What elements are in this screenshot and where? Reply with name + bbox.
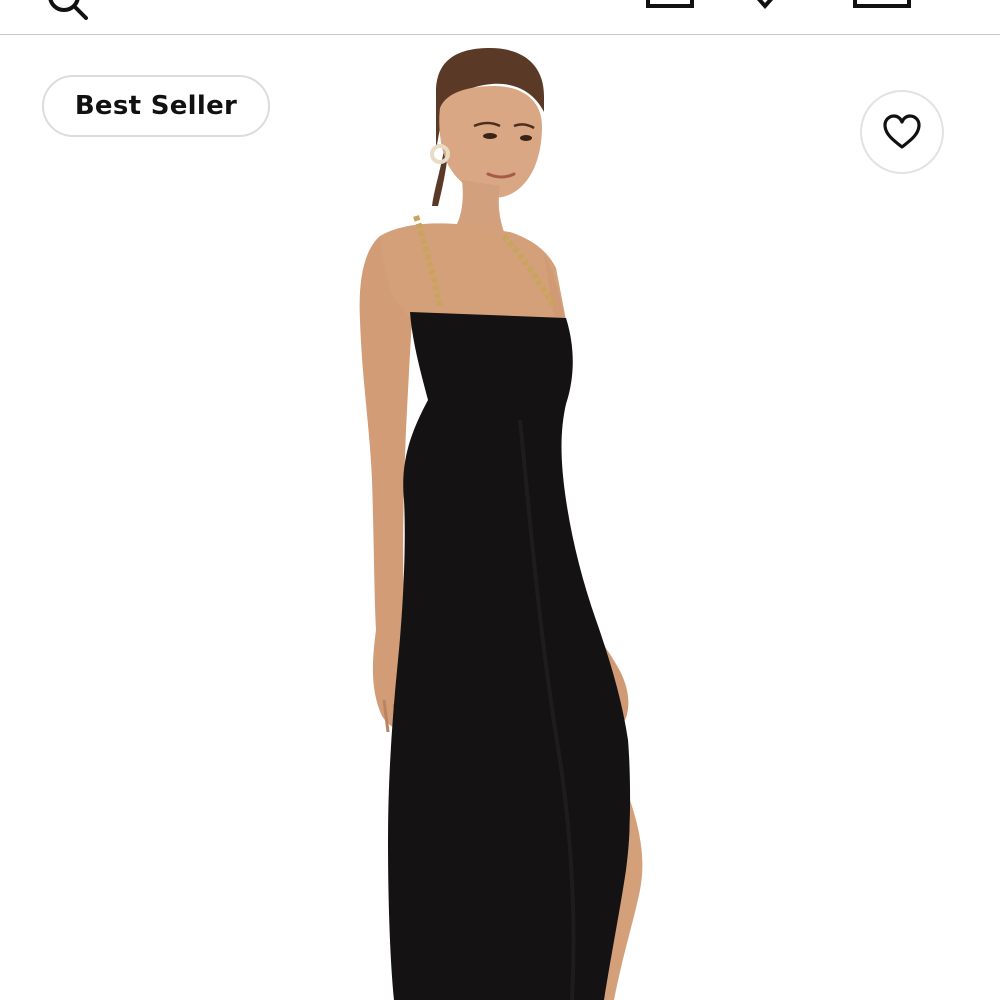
neck xyxy=(456,180,504,232)
best-seller-badge: Best Seller xyxy=(42,75,270,137)
face xyxy=(439,86,542,198)
heart-outline-icon xyxy=(883,114,921,149)
favorite-button[interactable] xyxy=(860,90,944,174)
account-icon[interactable] xyxy=(646,0,694,26)
dress xyxy=(388,312,631,1000)
top-nav-bar xyxy=(0,0,1000,34)
product-photo[interactable] xyxy=(0,35,1000,1000)
heart-icon[interactable] xyxy=(745,0,785,24)
torso-skin xyxy=(379,223,566,320)
bag-icon[interactable] xyxy=(853,0,911,26)
product-page: Best Seller xyxy=(0,0,1000,1000)
search-icon[interactable] xyxy=(44,0,90,24)
